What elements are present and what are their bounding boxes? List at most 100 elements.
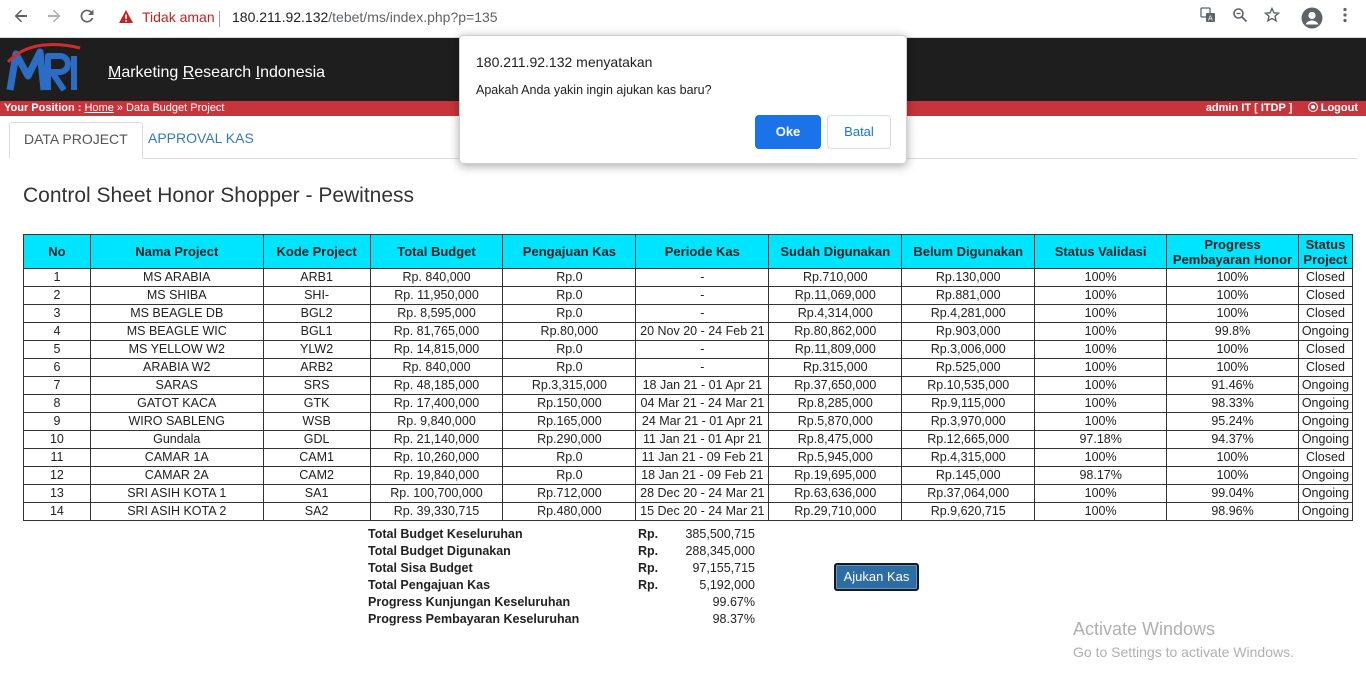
security-status[interactable]: Tidak aman [142, 9, 215, 25]
table-cell: Rp.0 [502, 304, 637, 323]
windows-activation-watermark: Activate Windows Go to Settings to activ… [1073, 619, 1294, 660]
table-cell: 100% [1034, 394, 1168, 413]
breadcrumb-current: » Data Budget Project [113, 102, 225, 114]
table-cell: 24 Mar 21 - 01 Apr 21 [635, 412, 770, 431]
column-header: Total Budget [369, 234, 504, 269]
table-cell: CAM2 [262, 466, 371, 485]
menu-kebab-icon[interactable] [1333, 7, 1357, 31]
summary-value: 385,500,715 [685, 527, 755, 541]
table-cell: GDL [262, 430, 371, 449]
table-cell: 100% [1166, 358, 1299, 377]
user-area: admin IT [ ITDP ] Logout [1206, 101, 1358, 116]
url-text[interactable]: 180.211.92.132/tebet/ms/index.php?p=135 [232, 9, 498, 25]
home-link[interactable]: Home [84, 102, 113, 114]
address-bar[interactable]: Tidak aman 180.211.92.132/tebet/ms/index… [108, 5, 1284, 33]
table-row: 8 GATOT KACA GTK Rp. 17,400,000 Rp.150,000 04… [23, 394, 1354, 413]
ajukan-kas-button[interactable]: Ajukan Kas [834, 563, 919, 591]
table-cell: MS BEAGLE WIC [89, 322, 264, 341]
table-cell: 100% [1034, 484, 1168, 503]
table-cell: 98.17% [1034, 466, 1168, 485]
summary-currency: Rp. [638, 544, 659, 558]
forward-arrow-icon[interactable] [42, 7, 66, 31]
table-cell: Rp.80,862,000 [768, 322, 903, 341]
table-cell: - [635, 340, 770, 359]
table-cell: 99.04% [1166, 484, 1299, 503]
table-cell: Ongoing [1297, 466, 1354, 485]
warning-triangle-icon[interactable] [118, 9, 136, 27]
summary-currency: Rp. [638, 527, 659, 541]
zoom-icon[interactable] [1228, 7, 1252, 31]
table-cell: CAM1 [262, 448, 371, 467]
table-cell: 100% [1034, 358, 1168, 377]
table-cell: Rp. 21,140,000 [369, 430, 504, 449]
translate-icon[interactable]: A [1196, 7, 1220, 31]
table-cell: 100% [1034, 412, 1168, 431]
table-cell: 100% [1034, 502, 1168, 521]
table-cell: Rp.130,000 [901, 268, 1036, 287]
table-cell: Rp.9,620,715 [901, 502, 1036, 521]
table-cell: Closed [1297, 304, 1354, 323]
column-header: Status Project [1297, 234, 1354, 269]
table-cell: Ongoing [1297, 322, 1354, 341]
table-cell: 5 [23, 340, 91, 359]
table-cell: 100% [1166, 340, 1299, 359]
table-cell: Rp. 840,000 [369, 268, 504, 287]
table-cell: 7 [23, 376, 91, 395]
table-cell: Closed [1297, 268, 1354, 287]
table-cell: CAMAR 1A [89, 448, 264, 467]
table-cell: SARAS [89, 376, 264, 395]
title-part: esearch [194, 64, 256, 81]
table-cell: MS SHIBA [89, 286, 264, 305]
title-part: ndonesia [260, 64, 326, 81]
dialog-message: Apakah Anda yakin ingin ajukan kas baru? [476, 83, 712, 97]
table-cell: 04 Mar 21 - 24 Mar 21 [635, 394, 770, 413]
reload-icon[interactable] [75, 7, 99, 31]
table-cell: 6 [23, 358, 91, 377]
table-row: 6 ARABIA W2 ARB2 Rp. 840,000 Rp.0- Rp.315,000… [23, 358, 1354, 377]
table-cell: Rp.29,710,000 [768, 502, 903, 521]
table-cell: Closed [1297, 358, 1354, 377]
table-cell: 98.96% [1166, 502, 1299, 521]
table-body: 1 MS ARABIA ARB1 Rp. 840,000 Rp.0- Rp.710,000… [23, 268, 1354, 521]
table-cell: 100% [1034, 448, 1168, 467]
budget-summary: Total Budget Keseluruhan Rp. 385,500,715 To… [368, 526, 758, 628]
mri-logo[interactable] [6, 40, 84, 98]
cancel-button[interactable]: Batal [827, 115, 891, 149]
table-cell: 91.46% [1166, 376, 1299, 395]
tab-data-project[interactable]: DATA PROJECT [9, 122, 143, 159]
column-header: Nama Project [89, 234, 264, 269]
logout-icon[interactable] [1307, 102, 1318, 112]
summary-row: Total Pengajuan Kas Rp. 5,192,000 [368, 577, 758, 594]
ok-button[interactable]: Oke [755, 115, 821, 149]
table-cell: Rp.712,000 [502, 484, 637, 503]
column-header: No [23, 234, 91, 269]
table-cell: Rp.10,535,000 [901, 376, 1036, 395]
svg-text:A: A [1208, 15, 1213, 23]
table-cell: Rp.0 [502, 286, 637, 305]
site-title[interactable]: Marketing Research Indonesia [108, 64, 325, 82]
table-cell: Rp. 10,260,000 [369, 448, 504, 467]
table-row: 12 CAMAR 2A CAM2 Rp. 19,840,000 Rp.0 18 Jan 2… [23, 466, 1354, 485]
title-letter-r: R [182, 64, 195, 81]
table-cell: Rp.0 [502, 268, 637, 287]
summary-label: Total Sisa Budget [368, 561, 473, 575]
breadcrumb: Your Position : Home » Data Budget Proje… [4, 101, 225, 116]
title-letter-m: M [108, 64, 122, 81]
dialog-title: 180.211.92.132 menyatakan [476, 54, 653, 70]
logout-link[interactable]: Logout [1321, 102, 1358, 114]
back-arrow-icon[interactable] [9, 7, 33, 31]
table-cell: SRI ASIH KOTA 1 [89, 484, 264, 503]
table-row: 11 CAMAR 1A CAM1 Rp. 10,260,000 Rp.0 11 Jan 2… [23, 448, 1354, 467]
tab-approval-kas[interactable]: APPROVAL KAS [134, 122, 268, 157]
table-cell: 99.8% [1166, 322, 1299, 341]
summary-value: 288,345,000 [685, 544, 755, 558]
table-cell: Rp.480,000 [502, 502, 637, 521]
table-cell: Closed [1297, 340, 1354, 359]
table-cell: Rp.0 [502, 358, 637, 377]
bookmark-star-icon[interactable] [1260, 6, 1284, 31]
table-cell: YLW2 [262, 340, 371, 359]
table-cell: Rp.710,000 [768, 268, 903, 287]
table-row: 10 Gundala GDL Rp. 21,140,000 Rp.290,000 11 J… [23, 430, 1354, 449]
divider [219, 11, 220, 27]
profile-avatar-icon[interactable] [1300, 7, 1324, 31]
